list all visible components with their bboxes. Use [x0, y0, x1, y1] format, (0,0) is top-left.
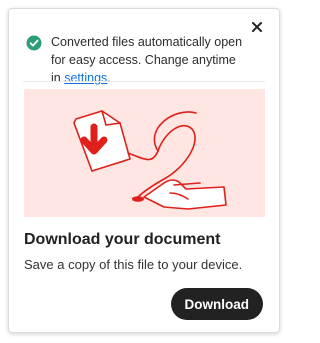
- download-button[interactable]: Download: [170, 288, 263, 320]
- dialog-title: Download your document: [24, 231, 221, 248]
- download-illustration: [24, 89, 265, 217]
- auto-open-notice: Converted files automatically open for e…: [26, 33, 249, 87]
- close-icon[interactable]: [249, 19, 265, 35]
- divider: [23, 81, 265, 82]
- download-panel: Converted files automatically open for e…: [8, 8, 280, 333]
- check-circle-icon: [26, 35, 42, 51]
- notice-period: .: [107, 71, 111, 85]
- dialog-subtitle: Save a copy of this file to your device.: [24, 257, 243, 272]
- notice-text: Converted files automatically open for e…: [51, 33, 249, 87]
- settings-link[interactable]: settings: [64, 71, 107, 85]
